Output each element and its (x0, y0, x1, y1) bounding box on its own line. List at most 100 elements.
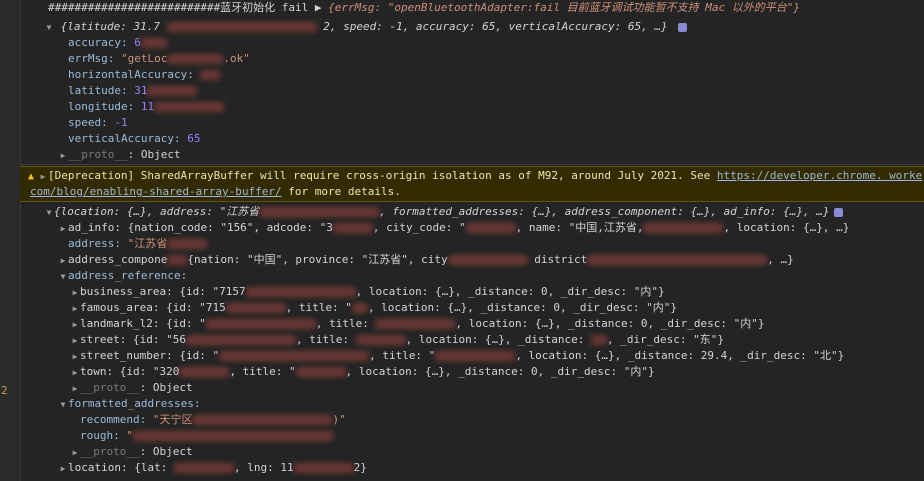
address-reference-proto[interactable]: ▶ __proto__: Object (20, 380, 924, 396)
accuracy-value: 6 (134, 36, 141, 49)
rough-key: rough: (80, 429, 127, 442)
expand-triangle-icon[interactable]: ▶ (70, 349, 80, 364)
address-component-start: {nation: "中国", province: "江苏省", city (187, 253, 448, 266)
redacted-block (259, 207, 380, 217)
prop-latitude: latitude: 31 (20, 83, 924, 99)
bluetooth-prefix: ##########################蓝牙初始化 fail ▶ (48, 1, 322, 14)
redacted-block (132, 431, 333, 441)
speed-key: speed: (68, 116, 115, 129)
redacted-block (591, 335, 608, 345)
expand-triangle-icon[interactable]: ▶ (70, 445, 80, 460)
prop-address-component[interactable]: ▶ address_compone {nation: "中国", province:… (20, 252, 924, 268)
expand-triangle-icon[interactable]: ▶ (38, 169, 48, 185)
expand-triangle-icon[interactable]: ▶ (70, 365, 80, 380)
line-gutter: 2 (0, 0, 21, 481)
expand-triangle-icon[interactable]: ▶ (58, 221, 68, 236)
redacted-block (643, 223, 724, 233)
redacted-block (167, 239, 208, 249)
errmsg-value-start: "getLoc (120, 52, 168, 65)
latitude-value: 31 (134, 84, 148, 97)
log-line-bluetooth: ##########################蓝牙初始化 fail ▶ {… (20, 0, 924, 16)
redacted-block (375, 319, 456, 329)
street-location: , location: {…}, _distance: (405, 333, 592, 346)
address-component-key: address_compone (68, 253, 168, 266)
warning-icon: ▲ (28, 171, 35, 182)
prop-vertical-accuracy: verticalAccuracy: 65 (20, 131, 924, 147)
longitude-key: longitude: (68, 100, 141, 113)
bluetooth-error-object[interactable]: {errMsg: "openBluetoothAdapter:fail 目前蓝牙… (328, 1, 800, 14)
expand-triangle-icon[interactable]: ▶ (70, 333, 80, 348)
redacted-block (167, 54, 224, 64)
info-icon[interactable] (833, 207, 843, 217)
prop-ad-info[interactable]: ▶ ad_info: {nation_code: "156", adcode: "… (20, 220, 924, 236)
ref-street-number[interactable]: ▶ street_number: {id: " , title: " , locati… (20, 348, 924, 364)
prop-address: address: "江苏省 (20, 236, 924, 252)
expand-triangle-icon[interactable]: ▶ (70, 301, 80, 316)
result-object-summary[interactable]: ▼ {location: {…}, address: "江苏省 , formatte… (20, 204, 924, 220)
prop-location[interactable]: ▶ location: {lat: , lng: 11 2} (20, 460, 924, 476)
result-summary-end: , formatted_addresses: {…}, address_comp… (379, 205, 830, 218)
redacted-block (154, 102, 225, 112)
redacted-block (587, 255, 768, 265)
ref-street[interactable]: ▶ street: {id: "56 , title: , location: {…… (20, 332, 924, 348)
prop-proto[interactable]: ▶ __proto__: Object (20, 147, 924, 163)
ad-info-city-code: , city_code: " (372, 221, 466, 234)
landmark-title: , title: (315, 317, 376, 330)
latitude-key: latitude: (68, 84, 135, 97)
warning-link[interactable]: https://developer.chrome. (717, 169, 883, 182)
prop-formatted-addresses[interactable]: ▼ formatted_addresses: (20, 396, 924, 412)
famous-area-start: famous_area: {id: "715 (80, 301, 226, 314)
deprecation-warning: ▲ ▶ [Deprecation] SharedArrayBuffer will r… (20, 166, 924, 202)
address-reference-key: address_reference: (68, 269, 188, 282)
ref-landmark[interactable]: ▶ landmark_l2: {id: " , title: , location:… (20, 316, 924, 332)
address-value: "江苏省 (127, 237, 168, 250)
location-object-summary[interactable]: ▼ {latitude: 31.7 2, speed: -1, accuracy… (20, 19, 924, 35)
warning-link-continued[interactable]: com/blog/enabling-shared-array-buffer/ (30, 185, 282, 198)
redacted-block (205, 319, 316, 329)
redacted-block (185, 335, 296, 345)
ref-town[interactable]: ▶ town: {id: "320 , title: " , location: {…… (20, 364, 924, 380)
ad-info-end: , location: {…}, …} (723, 221, 850, 234)
prop-horizontal-accuracy: horizontalAccuracy: (20, 67, 924, 83)
street-number-start: street_number: {id: " (80, 349, 220, 362)
expand-triangle-icon[interactable]: ▶ (70, 285, 80, 300)
proto-value: : Object (139, 381, 193, 394)
longitude-value: 11 (140, 100, 155, 113)
ref-business-area[interactable]: ▶ business_area: {id: "7157 , location: {…… (20, 284, 924, 300)
proto-key: __proto__ (80, 381, 140, 394)
prop-address-reference[interactable]: ▼ address_reference: (20, 268, 924, 284)
expand-triangle-icon[interactable]: ▶ (58, 148, 68, 163)
accuracy-key: accuracy: (68, 36, 135, 49)
location-summary-end: 2, speed: -1, accuracy: 65, verticalAccu… (323, 20, 668, 33)
formatted-proto[interactable]: ▶ __proto__: Object (20, 444, 924, 460)
town-end: , location: {…}, _distance: 0, _dir_desc… (345, 365, 655, 378)
formatted-addresses-key: formatted_addresses: (68, 397, 201, 410)
formatted-rough: rough: " (20, 428, 924, 444)
expand-triangle-icon[interactable]: ▶ (70, 317, 80, 332)
expand-triangle-icon[interactable]: ▶ (70, 381, 80, 396)
expand-triangle-icon[interactable]: ▼ (44, 20, 54, 35)
vertical-accuracy-key: verticalAccuracy: (68, 132, 188, 145)
redacted-block (295, 367, 346, 377)
redacted-block (147, 86, 198, 96)
horizontal-accuracy-key: horizontalAccuracy: (68, 68, 201, 81)
expand-triangle-icon[interactable]: ▶ (58, 253, 68, 268)
expand-triangle-icon[interactable]: ▼ (58, 269, 68, 284)
redacted-block (219, 351, 370, 361)
street-title: , title: (295, 333, 356, 346)
warning-text: [Deprecation] SharedArrayBuffer will req… (48, 169, 717, 182)
redacted-block (200, 70, 221, 80)
ad-info-start: ad_info: {nation_code: "156", adcode: "3 (68, 221, 333, 234)
location-end: 2} (353, 461, 367, 474)
business-area-end: , location: {…}, _distance: 0, _dir_desc… (355, 285, 665, 298)
redacted-block (355, 335, 406, 345)
expand-triangle-icon[interactable]: ▼ (58, 397, 68, 412)
expand-triangle-icon[interactable]: ▶ (58, 461, 68, 476)
warning-link-tail[interactable]: worke (883, 169, 922, 182)
warning-text-end: for more details. (281, 185, 401, 198)
famous-area-end: , location: {…}, _distance: 0, _dir_desc… (367, 301, 677, 314)
info-icon[interactable] (678, 22, 688, 32)
ref-famous-area[interactable]: ▶ famous_area: {id: "715 , title: " , locat… (20, 300, 924, 316)
rough-value: " (126, 429, 133, 442)
expand-triangle-icon[interactable]: ▼ (44, 205, 54, 220)
